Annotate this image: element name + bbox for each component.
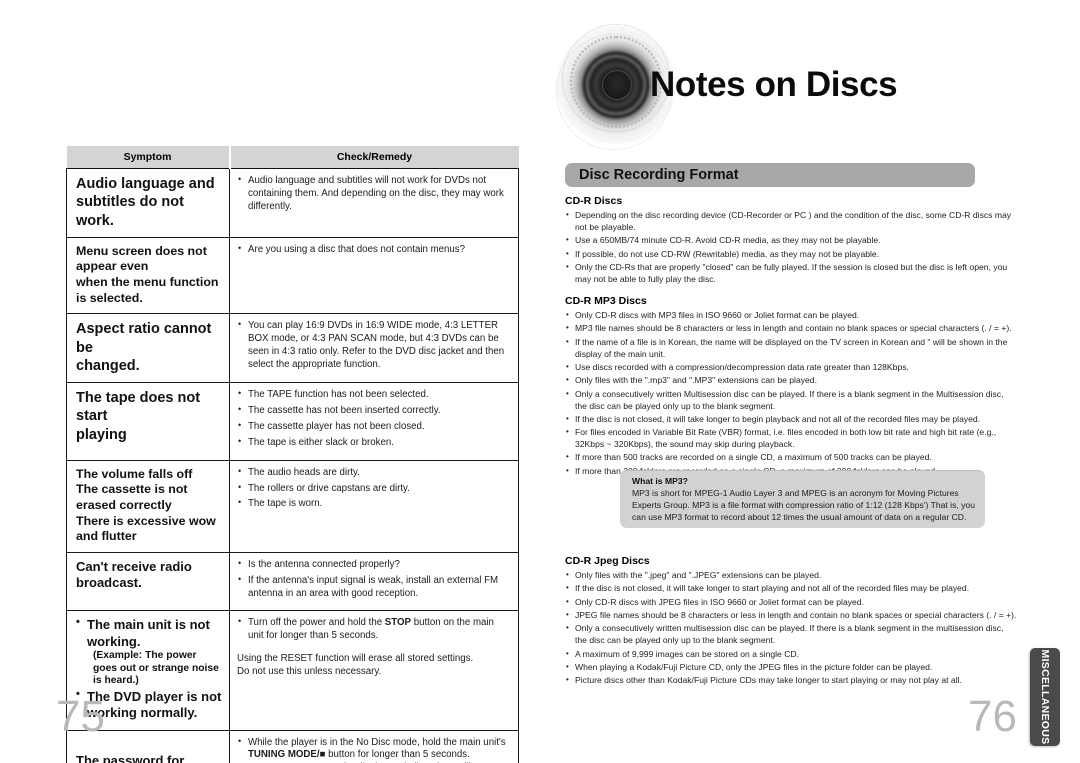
list-item: Only a consecutively written multisessio…	[565, 622, 1017, 647]
list-item: JPEG file names should be 8 characters o…	[565, 609, 1017, 622]
section-tab-miscellaneous[interactable]: MISCELLANEOUS	[1030, 648, 1060, 746]
section-bullet-list: Only files with the ".jpeg" and ".JPEG" …	[565, 569, 1017, 687]
list-item: Only files with the ".jpeg" and ".JPEG" …	[565, 569, 1017, 582]
list-item: Only files with the ".mp3" and ".MP3" ex…	[565, 374, 1017, 387]
list-item: If the name of a file is in Korean, the …	[565, 336, 1017, 361]
section-title: CD-R MP3 Discs	[565, 295, 647, 307]
list-item: If the disc is not closed, it will take …	[565, 413, 1017, 426]
list-item: Use discs recorded with a compression/de…	[565, 361, 1017, 374]
section-title: CD-R Discs	[565, 195, 623, 207]
list-item: Only CD-R discs with JPEG files in ISO 9…	[565, 596, 1017, 609]
list-item: Picture discs other than Kodak/Fuji Pict…	[565, 674, 1017, 687]
section-cdr-jpeg-discs: CD-R Jpeg Discs Only files with the ".jp…	[565, 555, 1017, 689]
list-item: Only a consecutively written Multisessio…	[565, 388, 1017, 413]
section-bullet-list: Only CD-R discs with MP3 files in ISO 96…	[565, 309, 1017, 478]
mp3-box-text: MP3 is short for MPEG-1 Audio Layer 3 an…	[632, 488, 975, 523]
list-item: If more than 500 tracks are recorded on …	[565, 451, 1017, 464]
section-cdr-mp3-discs: CD-R MP3 Discs Only CD-R discs with MP3 …	[565, 295, 1017, 479]
list-item: Only CD-R discs with MP3 files in ISO 96…	[565, 309, 1017, 322]
list-item: Depending on the disc recording device (…	[565, 209, 1017, 234]
section-title: CD-R Jpeg Discs	[565, 555, 650, 567]
list-item: When playing a Kodak/Fuji Picture CD, on…	[565, 661, 1017, 674]
what-is-mp3-box: What is MP3? MP3 is short for MPEG-1 Aud…	[620, 470, 985, 528]
list-item: Only the CD-Rs that are properly "closed…	[565, 261, 1017, 286]
section-cdr-discs: CD-R Discs Depending on the disc recordi…	[565, 195, 1017, 287]
page-number-left: 75	[56, 692, 105, 741]
list-item: For files encoded in Variable Bit Rate (…	[565, 426, 1017, 451]
manual-page-spread: Notes on Discs Symptom Check/Remedy Audi…	[0, 0, 1080, 763]
section-bullet-list: Depending on the disc recording device (…	[565, 209, 1017, 286]
list-item: If the disc is not closed, it will take …	[565, 582, 1017, 595]
mp3-box-title: What is MP3?	[632, 476, 688, 486]
page-number-right: 76	[968, 692, 1017, 741]
list-item: A maximum of 9,999 images can be stored …	[565, 648, 1017, 661]
right-page-content: CD-R Discs Depending on the disc recordi…	[0, 0, 1080, 763]
list-item: MP3 file names should be 8 characters or…	[565, 322, 1017, 335]
list-item: If possible, do not use CD-RW (Rewritabl…	[565, 248, 1017, 261]
section-tab-label: MISCELLANEOUS	[1039, 649, 1051, 745]
list-item: Use a 650MB/74 minute CD-R. Avoid CD-R m…	[565, 234, 1017, 247]
